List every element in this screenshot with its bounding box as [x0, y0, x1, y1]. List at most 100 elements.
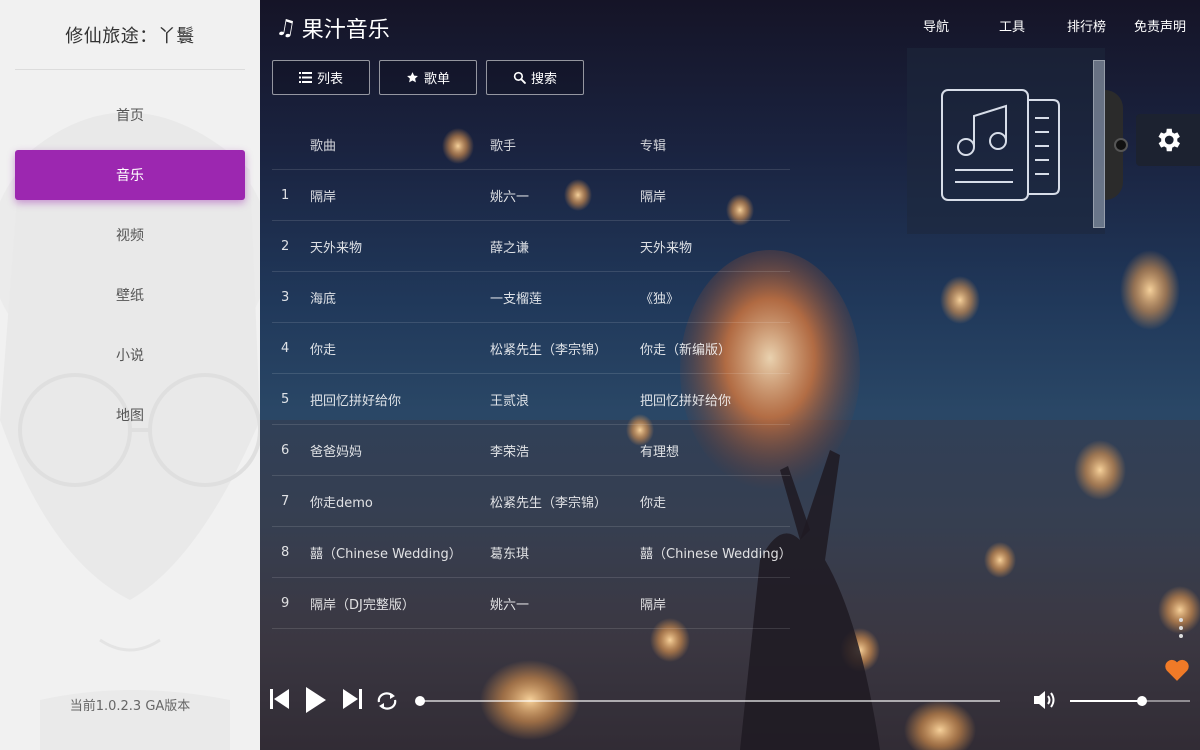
- song-row[interactable]: 4 你走 松紧先生（李宗锦） 你走（新编版）: [272, 323, 790, 374]
- song-row[interactable]: 5 把回忆拼好给你 王贰浪 把回忆拼好给你: [272, 374, 790, 425]
- sidebar-item-label: 地图: [116, 408, 144, 424]
- song-album: 把回忆拼好给你: [640, 393, 732, 409]
- song-artist[interactable]: 松紧先生（李宗锦）: [490, 492, 640, 511]
- tab-playlist[interactable]: 歌单: [379, 60, 477, 95]
- song-artist[interactable]: 王贰浪: [490, 390, 640, 409]
- tab-search[interactable]: 搜索: [486, 60, 584, 95]
- song-title: 天外来物: [310, 240, 363, 256]
- progress-knob[interactable]: [415, 696, 425, 706]
- brand-logo[interactable]: ♫ 果汁音乐: [273, 13, 390, 44]
- tab-label: 歌单: [423, 72, 450, 87]
- song-title: 爸爸妈妈: [310, 444, 363, 460]
- song-row[interactable]: 6 爸爸妈妈 李荣浩 有理想: [272, 425, 790, 476]
- sidebar-item-label: 壁纸: [116, 288, 144, 304]
- next-icon[interactable]: [342, 688, 362, 710]
- volume-icon[interactable]: [1033, 689, 1059, 711]
- song-row[interactable]: 9 隔岸（DJ完整版） 姚六一 隔岸: [272, 578, 790, 629]
- sidebar: 修仙旅途：丫鬟 首页 音乐 视频 壁纸 小说 地图 当前1.0.2.3 GA版本: [0, 0, 260, 750]
- song-index: 3: [281, 289, 290, 305]
- site-title[interactable]: 修仙旅途：丫鬟: [15, 0, 245, 70]
- song-title: 你走demo: [310, 495, 373, 511]
- play-icon[interactable]: [305, 686, 327, 714]
- song-title: 囍（Chinese Wedding）: [310, 546, 462, 562]
- tab-label: 列表: [316, 72, 343, 87]
- sidebar-item-novel[interactable]: 小说: [15, 330, 245, 380]
- repeat-icon[interactable]: [375, 690, 399, 712]
- previous-icon[interactable]: [270, 688, 290, 710]
- song-row[interactable]: 3 海底 一支榴莲 《独》: [272, 272, 790, 323]
- song-list-header: 歌曲 歌手 专辑: [272, 120, 790, 170]
- sidebar-item-label: 视频: [116, 228, 144, 244]
- more-vertical-icon[interactable]: [1178, 617, 1184, 639]
- star-icon: [406, 71, 419, 84]
- song-artist[interactable]: 李荣浩: [490, 441, 640, 460]
- tab-label: 搜索: [530, 72, 557, 87]
- sidebar-item-video[interactable]: 视频: [15, 210, 245, 260]
- list-icon: [298, 72, 312, 83]
- topnav-tools[interactable]: 工具: [985, 16, 1039, 36]
- song-index: 5: [281, 391, 290, 407]
- vinyl-disc-center: [1114, 138, 1128, 152]
- version-text: 当前1.0.2.3 GA版本: [69, 699, 191, 714]
- song-title: 你走: [310, 342, 337, 358]
- volume-knob[interactable]: [1137, 696, 1147, 706]
- song-row[interactable]: 8 囍（Chinese Wedding） 葛东琪 囍（Chinese Weddi…: [272, 527, 790, 578]
- song-title: 海底: [310, 291, 337, 307]
- song-artist[interactable]: 姚六一: [490, 186, 640, 205]
- music-tabs: 列表 歌单 搜索: [272, 60, 593, 95]
- settings-button[interactable]: [1136, 114, 1200, 166]
- cover-vinyl-sleeve: [1093, 60, 1105, 228]
- topnav-disclaimer[interactable]: 免责声明: [1120, 16, 1200, 36]
- topnav-guide[interactable]: 导航: [909, 16, 963, 36]
- song-album: 囍（Chinese Wedding）: [640, 546, 790, 562]
- song-row[interactable]: 2 天外来物 薛之谦 天外来物: [272, 221, 790, 272]
- album-cover: [907, 48, 1105, 234]
- music-note-icon: ♫: [273, 15, 298, 41]
- song-title: 隔岸（DJ完整版）: [310, 597, 415, 613]
- song-artist[interactable]: 薛之谦: [490, 237, 640, 256]
- song-row[interactable]: 1 隔岸 姚六一 隔岸: [272, 170, 790, 221]
- song-album: 《独》: [640, 291, 680, 307]
- song-index: 9: [281, 595, 290, 611]
- heart-icon[interactable]: [1164, 658, 1190, 682]
- song-album: 天外来物: [640, 240, 693, 256]
- music-main-area: ♫ 果汁音乐 导航 工具 排行榜 免责声明 列表 歌单 搜索 歌曲 歌手 专辑 …: [260, 0, 1200, 750]
- song-index: 6: [281, 442, 290, 458]
- search-icon: [513, 71, 526, 84]
- song-title: 隔岸: [310, 189, 337, 205]
- sidebar-item-wallpaper[interactable]: 壁纸: [15, 270, 245, 320]
- header-artist: 歌手: [490, 139, 517, 154]
- progress-track[interactable]: [420, 700, 1000, 702]
- song-index: 7: [281, 493, 290, 509]
- sidebar-item-label: 首页: [116, 108, 144, 124]
- song-album: 隔岸: [640, 597, 667, 613]
- sidebar-item-map[interactable]: 地图: [15, 390, 245, 440]
- sidebar-item-home[interactable]: 首页: [15, 90, 245, 140]
- song-artist[interactable]: 松紧先生（李宗锦）: [490, 339, 640, 358]
- sidebar-item-music[interactable]: 音乐: [15, 150, 245, 200]
- song-index: 2: [281, 238, 290, 254]
- song-album: 有理想: [640, 444, 680, 460]
- brand-name: 果汁音乐: [301, 18, 390, 43]
- music-file-icon: [941, 89, 1060, 201]
- volume-fill: [1070, 700, 1142, 702]
- sidebar-nav: 首页 音乐 视频 壁纸 小说 地图: [15, 90, 245, 450]
- top-navigation: 导航 工具 排行榜 免责声明: [909, 16, 1200, 36]
- topnav-ranking[interactable]: 排行榜: [1053, 16, 1120, 36]
- song-row[interactable]: 7 你走demo 松紧先生（李宗锦） 你走: [272, 476, 790, 527]
- gear-icon: [1158, 128, 1180, 152]
- song-list: 歌曲 歌手 专辑 1 隔岸 姚六一 隔岸 2 天外来物 薛之谦 天外来物 3 海…: [272, 120, 790, 629]
- song-artist[interactable]: 一支榴莲: [490, 288, 640, 307]
- song-artist[interactable]: 姚六一: [490, 594, 640, 613]
- song-index: 8: [281, 544, 290, 560]
- header-title: 歌曲: [310, 139, 337, 154]
- player-bar: [260, 680, 1200, 720]
- tab-list[interactable]: 列表: [272, 60, 370, 95]
- sidebar-item-label: 小说: [116, 348, 144, 364]
- song-index: 1: [281, 187, 290, 203]
- song-artist[interactable]: 葛东琪: [490, 543, 640, 562]
- sidebar-item-label: 音乐: [116, 168, 144, 184]
- song-album: 你走: [640, 495, 667, 511]
- song-index: 4: [281, 340, 290, 356]
- song-album: 你走（新编版）: [640, 342, 732, 358]
